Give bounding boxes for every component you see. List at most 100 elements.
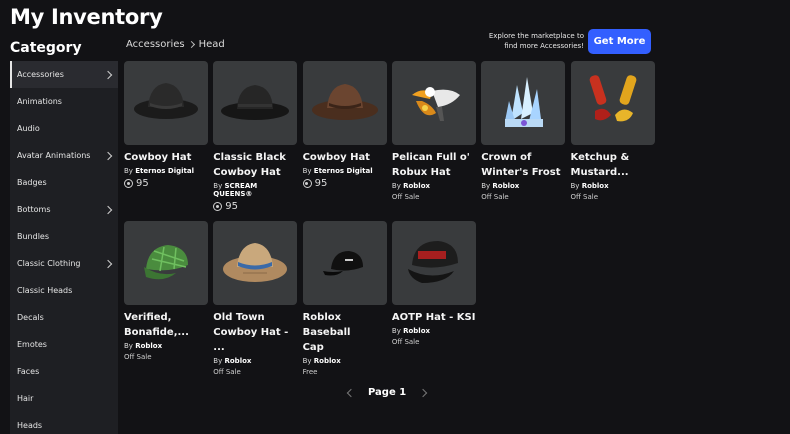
item-card[interactable]: Ketchup & Mustard... By Roblox Off Sale [570, 61, 655, 201]
item-status: Off Sale [391, 193, 420, 201]
ketchup-mustard-icon[interactable] [570, 61, 655, 145]
item-card[interactable]: Classic Black Cowboy Hat By SCREAM QUEENS… [213, 61, 298, 212]
creator-name[interactable]: Roblox [492, 182, 519, 190]
creator-name[interactable]: Eternos Digital [135, 167, 194, 175]
green-plaid-cap-icon[interactable] [124, 221, 208, 305]
sidebar-item-label: Audio [17, 124, 40, 133]
black-cowboy-hat-classic-icon[interactable] [213, 61, 298, 145]
creator-name[interactable]: Roblox [314, 357, 341, 365]
sidebar-item-emotes[interactable]: Emotes [10, 331, 118, 358]
robux-icon [302, 179, 312, 188]
straw-cowboy-hat-icon[interactable] [213, 221, 298, 305]
item-status: Free [302, 368, 318, 376]
aotp-cap-icon[interactable] [391, 221, 476, 305]
item-price: 95 [302, 178, 387, 189]
item-name[interactable]: Verified, Bonafide,... [124, 310, 208, 340]
item-name[interactable]: Cowboy Hat [303, 150, 387, 165]
breadcrumb: Accessories Head [126, 39, 225, 50]
get-more-button[interactable]: Get More [588, 29, 651, 54]
item-name[interactable]: AOTP Hat - KSI [392, 310, 476, 325]
next-page-icon[interactable] [418, 388, 428, 397]
sidebar-item-faces[interactable]: Faces [10, 358, 118, 385]
item-creator: By Roblox [213, 357, 297, 365]
pagination: Page 1 [346, 387, 428, 398]
chevron-right-icon [103, 151, 113, 160]
breadcrumb-accessories[interactable]: Accessories [126, 39, 185, 50]
item-creator: By Roblox [124, 342, 208, 350]
pelican-icon[interactable] [391, 61, 476, 145]
sidebar-item-classic-clothing[interactable]: Classic Clothing [10, 250, 118, 277]
sidebar-item-label: Avatar Animations [17, 151, 91, 160]
creator-name[interactable]: Roblox [582, 182, 609, 190]
sidebar-item-label: Faces [17, 367, 40, 376]
item-name[interactable]: Old Town Cowboy Hat - ... [213, 310, 297, 355]
chevron-right-icon [103, 259, 113, 268]
creator-prefix: By [570, 182, 580, 190]
robux-icon [124, 179, 133, 188]
sidebar-item-label: Heads [17, 421, 43, 430]
item-name[interactable]: Classic Black Cowboy Hat [213, 150, 297, 180]
item-name[interactable]: Pelican Full o' Robux Hat [392, 150, 476, 180]
item-card[interactable]: Cowboy Hat By Eternos Digital 95 [302, 61, 387, 189]
creator-prefix: By [124, 342, 133, 350]
item-name[interactable]: Cowboy Hat [124, 150, 208, 165]
chevron-right-icon [103, 70, 113, 79]
creator-prefix: By [302, 357, 312, 365]
sidebar-item-avatar-animations[interactable]: Avatar Animations [10, 142, 118, 169]
item-card[interactable]: Cowboy Hat By Eternos Digital 95 [124, 61, 208, 189]
sidebar-item-bundles[interactable]: Bundles [10, 223, 118, 250]
creator-prefix: By [391, 182, 401, 190]
item-creator: By Eternos Digital [303, 167, 387, 175]
sidebar-item-label: Hair [17, 394, 34, 403]
sidebar-item-decals[interactable]: Decals [10, 304, 118, 331]
creator-name[interactable]: Roblox [403, 327, 430, 335]
creator-name[interactable]: Eternos Digital [314, 167, 373, 175]
sidebar-item-label: Classic Heads [17, 286, 73, 295]
item-card[interactable]: Pelican Full o' Robux Hat By Roblox Off Sa… [391, 61, 476, 201]
sidebar-item-label: Bottoms [17, 205, 51, 214]
sidebar-item-classic-heads[interactable]: Classic Heads [10, 277, 118, 304]
item-card[interactable]: Verified, Bonafide,... By Roblox Off Sale [124, 221, 208, 361]
creator-name[interactable]: Roblox [135, 342, 162, 350]
prev-page-icon[interactable] [346, 388, 356, 397]
promo-text: Explore the marketplace to find more Acc… [488, 32, 584, 50]
brown-cowboy-hat-icon[interactable] [302, 61, 387, 145]
creator-name[interactable]: Roblox [403, 182, 430, 190]
item-status: Off Sale [391, 338, 420, 346]
breadcrumb-chevron-icon [187, 40, 195, 49]
sidebar-item-audio[interactable]: Audio [10, 115, 118, 142]
sidebar-item-label: Classic Clothing [17, 259, 81, 268]
sidebar-item-label: Emotes [17, 340, 47, 349]
item-card[interactable]: Crown of Winter's Frost By Roblox Off Sale [481, 61, 566, 201]
sidebar-item-hair[interactable]: Hair [10, 385, 118, 412]
price-value: 95 [136, 178, 149, 189]
item-creator: By Eternos Digital [124, 167, 208, 175]
ice-crown-icon[interactable] [481, 61, 566, 145]
item-creator: By Roblox [571, 182, 655, 190]
item-status: Off Sale [124, 353, 152, 361]
sidebar-item-heads[interactable]: Heads [10, 412, 118, 434]
creator-name[interactable]: Roblox [224, 357, 251, 365]
sidebar-item-badges[interactable]: Badges [10, 169, 118, 196]
item-creator: By Roblox [392, 327, 476, 335]
item-price: 95 [213, 201, 297, 212]
sidebar-item-bottoms[interactable]: Bottoms [10, 196, 118, 223]
item-creator: By SCREAM QUEENS® [213, 182, 297, 198]
creator-prefix: By [391, 327, 401, 335]
sidebar-item-accessories[interactable]: Accessories [10, 61, 118, 88]
item-card[interactable]: AOTP Hat - KSI By Roblox Off Sale [391, 221, 476, 346]
item-card[interactable]: Roblox Baseball Cap By Roblox Free [302, 221, 387, 376]
price-value: 95 [314, 178, 328, 189]
creator-prefix: By [124, 167, 133, 175]
item-name[interactable]: Ketchup & Mustard... [571, 150, 655, 180]
category-title: Category [10, 40, 82, 56]
item-name[interactable]: Roblox Baseball Cap [303, 310, 387, 355]
black-cowboy-hat-icon[interactable] [124, 61, 208, 145]
sidebar-item-label: Badges [17, 178, 47, 187]
sidebar-item-animations[interactable]: Animations [10, 88, 118, 115]
creator-prefix: By [302, 167, 312, 175]
black-baseball-cap-icon[interactable] [302, 221, 387, 305]
item-card[interactable]: Old Town Cowboy Hat - ... By Roblox Off Sa… [213, 221, 298, 376]
item-name[interactable]: Crown of Winter's Frost [481, 150, 565, 180]
item-status: Off Sale [481, 193, 509, 201]
